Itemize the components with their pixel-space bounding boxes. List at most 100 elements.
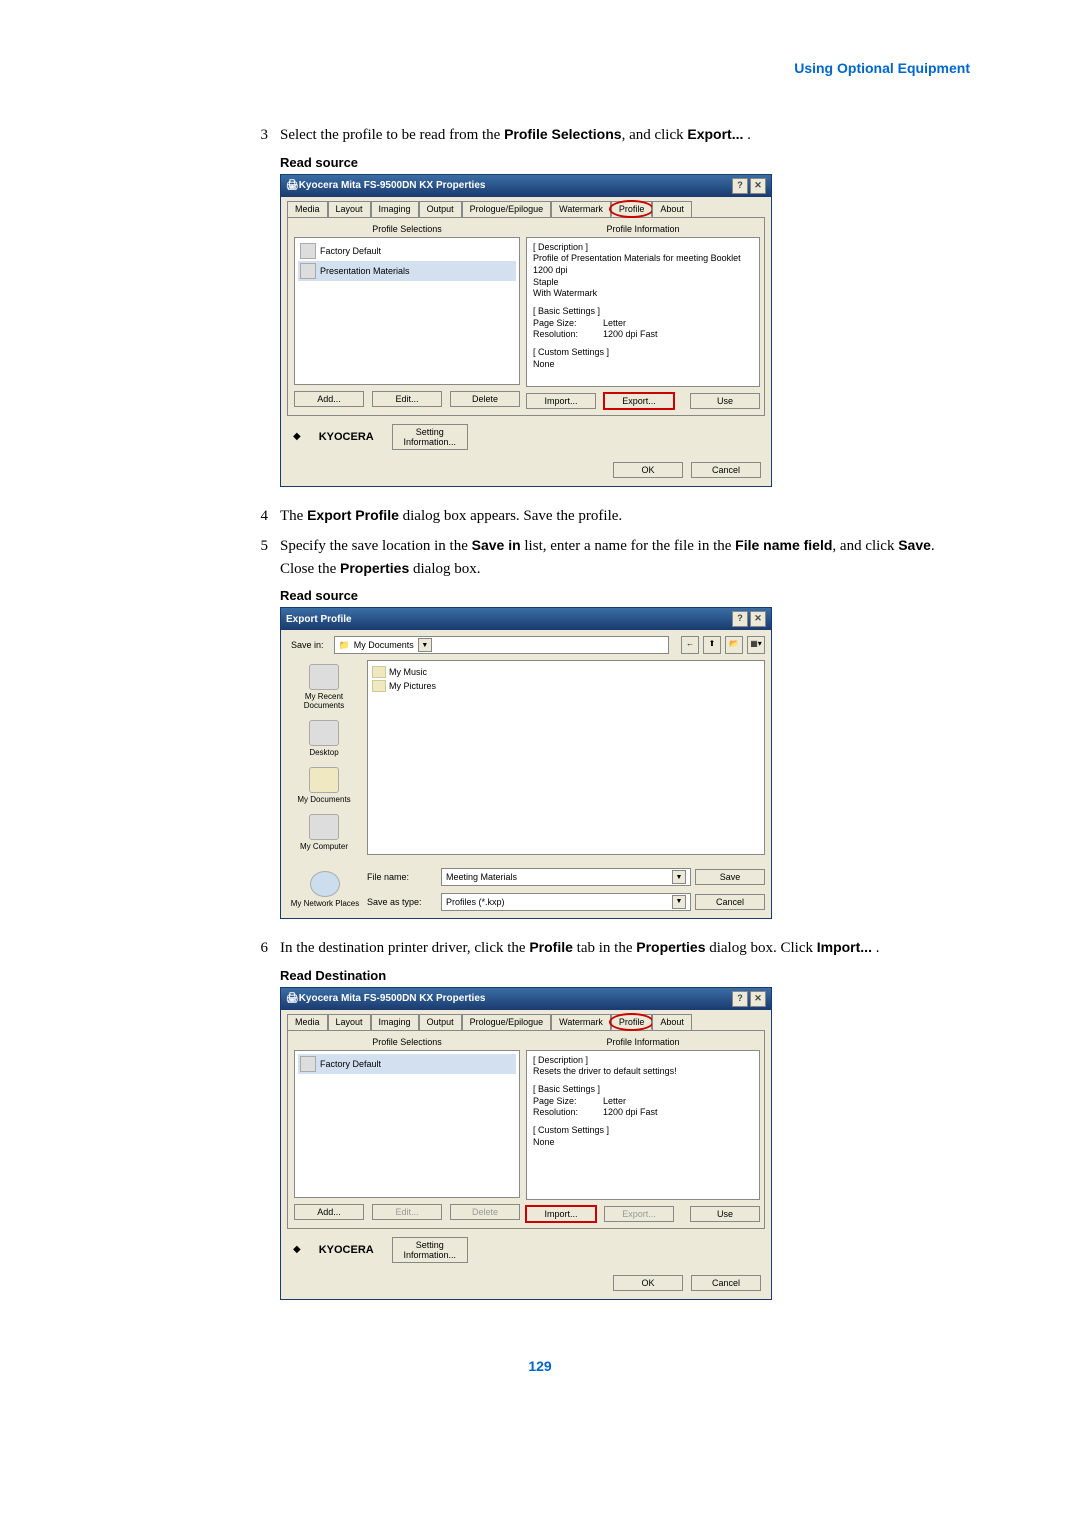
chevron-down-icon[interactable]: ▼ (672, 895, 686, 909)
save-button[interactable]: Save (695, 869, 765, 885)
info-value: 1200 dpi Fast (603, 1107, 658, 1119)
profile-selections-list[interactable]: Factory Default (294, 1050, 520, 1198)
tab-profile[interactable]: Profile (611, 1014, 653, 1030)
tab-layout[interactable]: Layout (328, 1014, 371, 1030)
export-button[interactable]: Export... (604, 393, 674, 409)
import-button[interactable]: Import... (526, 393, 596, 409)
info-text: 1200 dpi (533, 265, 753, 277)
help-icon[interactable]: ? (732, 178, 748, 194)
text: . (872, 940, 880, 956)
text: dialog box. Click (705, 940, 816, 956)
setting-information-button[interactable]: Setting Information... (392, 1237, 468, 1263)
folder-item[interactable]: My Music (372, 665, 760, 679)
subtitle-read-destination: Read Destination (280, 968, 960, 983)
use-button[interactable]: Use (690, 1206, 760, 1222)
recent-icon (309, 664, 339, 690)
info-heading: [ Description ] (533, 1055, 753, 1067)
close-icon[interactable]: ✕ (750, 178, 766, 194)
help-icon[interactable]: ? (732, 991, 748, 1007)
cancel-button[interactable]: Cancel (691, 1275, 761, 1291)
cancel-button[interactable]: Cancel (695, 894, 765, 910)
step-number: 6 (240, 937, 280, 960)
info-text: Profile of Presentation Materials for me… (533, 253, 753, 265)
bold-text: Profile (529, 939, 573, 955)
tab-layout[interactable]: Layout (328, 201, 371, 217)
tab-about[interactable]: About (652, 1014, 692, 1030)
ok-button[interactable]: OK (613, 462, 683, 478)
network-icon (310, 871, 340, 897)
tab-prologue[interactable]: Prologue/Epilogue (462, 201, 552, 217)
bold-text: Export Profile (307, 507, 399, 523)
add-button[interactable]: Add... (294, 391, 364, 407)
delete-button[interactable]: Delete (450, 391, 520, 407)
file-list[interactable]: My Music My Pictures (367, 660, 765, 855)
tab-profile[interactable]: Profile (611, 201, 653, 217)
place-computer[interactable]: My Computer (287, 810, 361, 855)
info-heading: [ Custom Settings ] (533, 347, 753, 359)
up-icon[interactable]: ⬆ (703, 636, 721, 654)
step-6: 6 In the destination printer driver, cli… (240, 937, 960, 960)
setting-information-button[interactable]: Setting Information... (392, 424, 468, 450)
import-button[interactable]: Import... (526, 1206, 596, 1222)
file-name-input[interactable]: Meeting Materials▼ (441, 868, 691, 886)
text: The (280, 508, 307, 524)
close-icon[interactable]: ✕ (750, 991, 766, 1007)
add-button[interactable]: Add... (294, 1204, 364, 1220)
properties-dialog-destination: 🖨 Kyocera Mita FS-9500DN KX Properties ?… (280, 987, 772, 1300)
step-number: 5 (240, 535, 280, 580)
desktop-icon (309, 720, 339, 746)
tab-prologue[interactable]: Prologue/Epilogue (462, 1014, 552, 1030)
tab-watermark[interactable]: Watermark (551, 1014, 611, 1030)
save-type-combo[interactable]: Profiles (*.kxp) ▼ (441, 893, 691, 911)
use-button[interactable]: Use (690, 393, 760, 409)
tab-imaging[interactable]: Imaging (371, 201, 419, 217)
list-item[interactable]: Presentation Materials (298, 261, 516, 281)
computer-icon (309, 814, 339, 840)
profile-selections-list[interactable]: Factory Default Presentation Materials (294, 237, 520, 385)
tab-output[interactable]: Output (419, 201, 462, 217)
tab-about[interactable]: About (652, 201, 692, 217)
tab-output[interactable]: Output (419, 1014, 462, 1030)
cancel-button[interactable]: Cancel (691, 462, 761, 478)
save-type-value: Profiles (*.kxp) (446, 897, 505, 907)
brand-name: KYOCERA (319, 1244, 374, 1256)
help-icon[interactable]: ? (732, 611, 748, 627)
list-item[interactable]: Factory Default (298, 241, 516, 261)
chevron-down-icon[interactable]: ▼ (418, 638, 432, 652)
tab-strip: Media Layout Imaging Output Prologue/Epi… (281, 197, 771, 217)
tab-watermark[interactable]: Watermark (551, 201, 611, 217)
save-in-value: My Documents (354, 640, 414, 650)
new-folder-icon[interactable]: 📂 (725, 636, 743, 654)
info-text: None (533, 359, 753, 371)
back-icon[interactable]: ← (681, 636, 699, 654)
titlebar: 🖨 Kyocera Mita FS-9500DN KX Properties ?… (281, 988, 771, 1010)
text: , and click (832, 538, 898, 554)
brand-logo-icon: ◆ (293, 1244, 301, 1255)
list-item[interactable]: Factory Default (298, 1054, 516, 1074)
tab-media[interactable]: Media (287, 1014, 328, 1030)
subtitle-read-source: Read source (280, 588, 960, 603)
info-heading: [ Custom Settings ] (533, 1125, 753, 1137)
save-in-combo[interactable]: 📁 My Documents ▼ (334, 636, 669, 654)
folder-item[interactable]: My Pictures (372, 679, 760, 693)
bold-text: Properties (340, 560, 409, 576)
tab-media[interactable]: Media (287, 201, 328, 217)
step-3: 3 Select the profile to be read from the… (240, 124, 960, 147)
chevron-down-icon[interactable]: ▼ (672, 870, 686, 884)
place-desktop[interactable]: Desktop (287, 716, 361, 761)
save-in-label: Save in: (287, 640, 328, 650)
text: list, enter a name for the file in the (521, 538, 736, 554)
folder-name: My Music (389, 667, 427, 677)
info-heading: [ Basic Settings ] (533, 1084, 753, 1096)
profile-selections-label: Profile Selections (294, 1037, 520, 1047)
place-recent[interactable]: My Recent Documents (287, 660, 361, 714)
ok-button[interactable]: OK (613, 1275, 683, 1291)
tab-imaging[interactable]: Imaging (371, 1014, 419, 1030)
step-number: 4 (240, 505, 280, 528)
place-documents[interactable]: My Documents (287, 763, 361, 808)
close-icon[interactable]: ✕ (750, 611, 766, 627)
window-title: Kyocera Mita FS-9500DN KX Properties (299, 993, 732, 1004)
view-menu-icon[interactable]: ▦▾ (747, 636, 765, 654)
edit-button[interactable]: Edit... (372, 391, 442, 407)
place-network[interactable]: My Network Places (287, 867, 363, 912)
